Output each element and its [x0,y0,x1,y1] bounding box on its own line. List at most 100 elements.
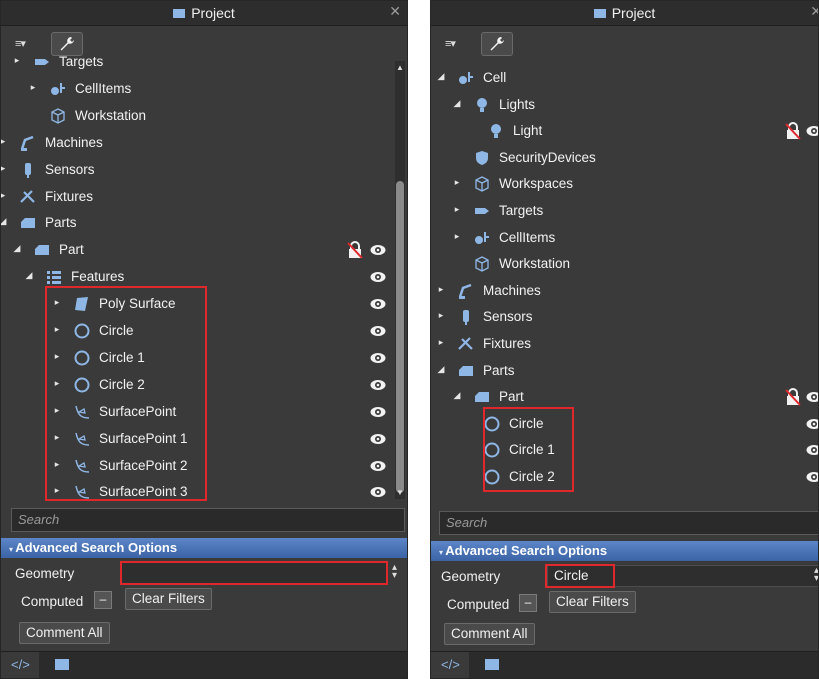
tree-row[interactable]: ◢ Lights [431,92,818,118]
highlight-box-geometry [120,561,388,585]
part-icon [473,388,491,406]
tree-item-label: Workstation [499,256,571,272]
search-input[interactable]: Search [11,508,405,532]
geometry-spinner-icon[interactable]: ▴ ▾ [814,566,818,584]
tree-row[interactable]: SecurityDevices [431,145,818,171]
expanded-arrow-icon[interactable]: ◢ [11,243,23,254]
fixture-icon [457,335,475,353]
tab-folder-icon[interactable] [485,659,499,670]
tree-item-label: Workstation [75,107,147,123]
expanded-arrow-icon[interactable]: ◢ [451,98,463,109]
visibility-eye-icon[interactable] [805,415,818,433]
expand-arrow-icon[interactable]: ▸ [435,284,447,295]
wrench-icon [490,37,504,51]
tree-row[interactable]: ▸ Fixtures [431,331,818,357]
clear-filters-button[interactable]: Clear Filters [549,591,636,613]
tree-row[interactable]: ▸ Workspaces [431,171,818,197]
tree-row[interactable]: ◢ Parts [431,358,818,384]
expanded-arrow-icon[interactable]: ◢ [435,71,447,82]
advanced-search-header[interactable]: ▾ Advanced Search Options [431,541,818,561]
tree-row[interactable]: ▸ Fixtures [1,184,407,210]
expand-arrow-icon[interactable]: ▸ [1,136,9,147]
visibility-eye-icon[interactable] [369,322,387,340]
tree-row[interactable]: ▸ Sensors [1,157,407,183]
tree-row[interactable]: ▸ Sensors [431,304,818,330]
tree-item-label: Part [59,242,84,258]
close-icon[interactable]: ✕ [389,3,401,20]
tab-folder-icon[interactable] [55,659,69,670]
visibility-eye-icon[interactable] [805,388,818,406]
advanced-search-header[interactable]: ▾ Advanced Search Options [1,538,407,558]
visibility-eye-icon[interactable] [369,483,387,501]
search-input[interactable]: Search [439,511,818,535]
expand-arrow-icon[interactable]: ▸ [451,204,463,215]
geometry-label: Geometry [15,566,75,581]
comment-all-button[interactable]: Comment All [444,623,535,645]
tree-row[interactable]: ▸ Machines [431,278,818,304]
computed-label: Computed [21,594,84,609]
project-panel-left: Project ✕ ≡▾ ▸ Targets ▸ CellItems Workstati… [0,0,408,679]
visibility-eye-icon[interactable] [369,295,387,313]
scroll-down-icon[interactable]: ▼ [396,488,404,497]
panel-titlebar: Project ✕ [431,1,818,26]
visibility-eye-icon[interactable] [369,403,387,421]
advanced-search-label: Advanced Search Options [15,540,178,555]
scroll-up-icon[interactable]: ▲ [396,63,404,72]
expand-arrow-icon[interactable]: ▸ [451,177,463,188]
expand-arrow-icon[interactable]: ▸ [27,82,39,93]
expanded-arrow-icon[interactable]: ◢ [23,270,35,281]
visibility-eye-icon[interactable] [369,457,387,475]
menu-icon[interactable]: ≡▾ [445,37,456,50]
tree-item-label: Fixtures [45,188,94,204]
unlocked-icon[interactable] [785,388,801,406]
tree-scrollbar[interactable]: ▲ ▼ [395,61,405,499]
expand-arrow-icon[interactable]: ▸ [451,231,463,242]
wrench-button[interactable] [481,32,513,56]
visibility-eye-icon[interactable] [805,441,818,459]
tree-row[interactable]: Workstation [431,251,818,277]
expand-arrow-icon[interactable]: ▸ [435,337,447,348]
visibility-eye-icon[interactable] [369,268,387,286]
expanded-arrow-icon[interactable]: ◢ [435,364,447,375]
expand-arrow-icon[interactable]: ▸ [1,190,9,201]
expand-arrow-icon[interactable]: ▸ [1,163,9,174]
tree-row[interactable]: ◢ Parts [1,210,407,236]
workstation-icon [473,175,491,193]
panel-title: Project [431,5,818,21]
expanded-arrow-icon[interactable]: ◢ [1,216,9,227]
tree-row[interactable]: ▸ Targets [431,198,818,224]
expand-arrow-icon[interactable]: ▸ [435,310,447,321]
visibility-eye-icon[interactable] [369,349,387,367]
computed-toggle[interactable]: – [519,594,537,612]
visibility-eye-icon[interactable] [805,122,818,140]
visibility-eye-icon[interactable] [369,376,387,394]
expanded-arrow-icon[interactable]: ◢ [451,390,463,401]
visibility-eye-icon[interactable] [369,430,387,448]
close-icon[interactable]: ✕ [810,3,818,20]
folder-icon [173,9,186,18]
tree-row[interactable]: ▸ Machines [1,130,407,156]
tree-item-label: SecurityDevices [499,149,596,165]
geometry-spinner-icon[interactable]: ▴ ▾ [392,563,397,581]
expand-arrow-icon[interactable]: ▸ [11,55,23,66]
tree-row[interactable]: Workstation [1,103,407,129]
tree-row[interactable]: ◢ Part [1,237,407,263]
visibility-eye-icon[interactable] [805,468,818,486]
tab-code[interactable]: </> [1,652,39,678]
scroll-thumb[interactable] [396,181,404,493]
clear-filters-button[interactable]: Clear Filters [125,588,212,610]
tree-row[interactable]: ▸ Targets [1,49,407,75]
visibility-eye-icon[interactable] [369,241,387,259]
light-icon [487,122,505,140]
tab-code[interactable]: </> [431,652,469,678]
comment-all-button[interactable]: Comment All [19,622,110,644]
computed-toggle[interactable]: – [94,591,112,609]
highlight-box-features [45,286,207,501]
fixture-icon [19,188,37,206]
tree-row[interactable]: ▸ CellItems [1,76,407,102]
unlocked-icon[interactable] [347,241,363,259]
tree-row[interactable]: Light [431,118,818,144]
unlocked-icon[interactable] [785,122,801,140]
tree-row[interactable]: ▸ CellItems [431,225,818,251]
tree-row[interactable]: ◢ Cell [431,65,818,91]
